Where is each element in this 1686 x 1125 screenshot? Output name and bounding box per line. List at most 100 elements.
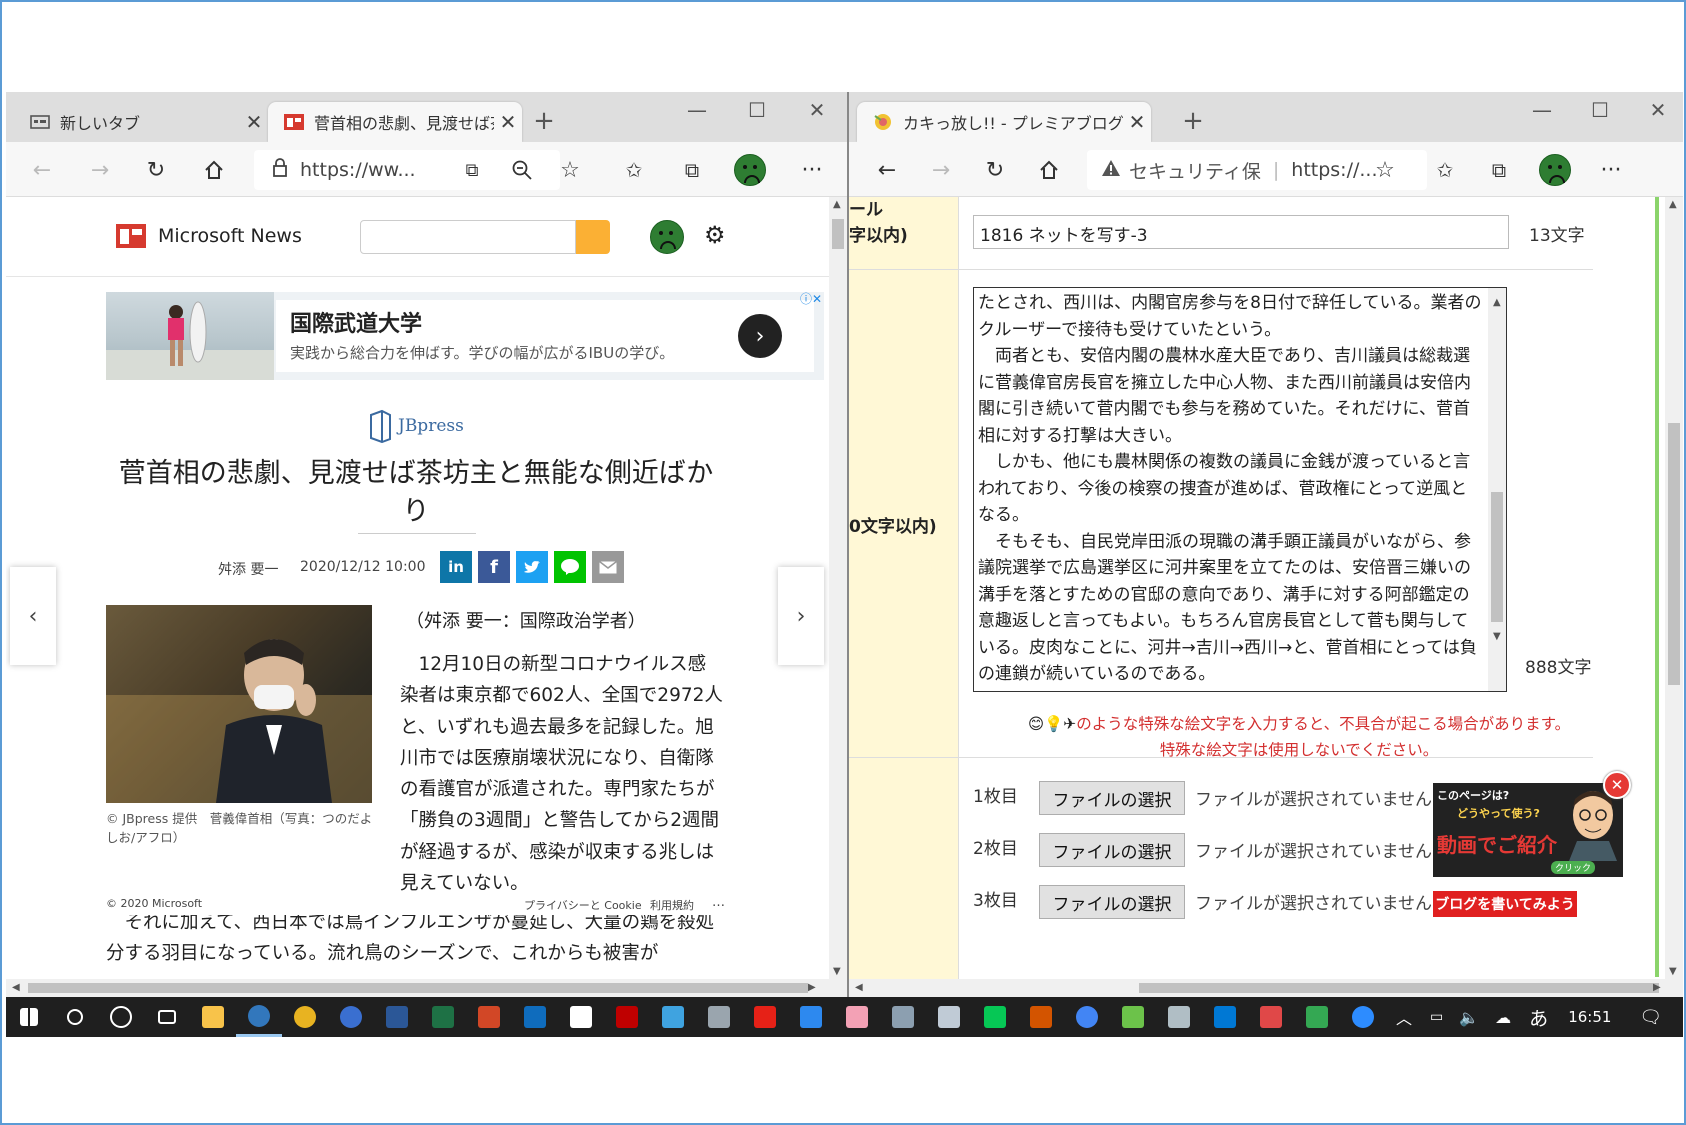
home-icon[interactable] — [198, 154, 230, 186]
back-icon[interactable]: ← — [26, 154, 58, 186]
maximize-button[interactable]: ☐ — [1575, 98, 1625, 122]
search-icon[interactable] — [52, 997, 98, 1037]
scroll-right-icon[interactable]: ▶ — [808, 982, 816, 993]
promo-banner[interactable]: このページは? どうやって使う? 動画でご紹介 クリック — [1433, 783, 1623, 877]
google-icon[interactable] — [1064, 997, 1110, 1037]
back-icon[interactable]: ← — [871, 154, 903, 186]
show-hidden-icons[interactable]: ︿ — [1396, 1005, 1412, 1029]
app3-icon[interactable] — [880, 997, 926, 1037]
advertisement[interactable]: 国際武道大学 実践から総合力を伸ばす。学びの幅が広がるIBUの学び。 › ⓘ✕ — [106, 292, 824, 380]
onedrive-icon[interactable] — [1202, 997, 1248, 1037]
vertical-scrollbar[interactable]: ▲ ▼ — [1665, 197, 1683, 979]
notification-icon[interactable]: 🗨 — [1639, 1007, 1662, 1028]
more-menu-icon[interactable]: ··· — [796, 154, 828, 186]
favorite-star-icon[interactable]: ☆ — [554, 154, 586, 186]
twitter-share-icon[interactable] — [516, 551, 548, 583]
choose-file-button[interactable]: ファイルの選択 — [1039, 833, 1185, 867]
horizontal-scrollbar[interactable]: ◀ ▶ — [849, 979, 1683, 997]
collections-icon[interactable]: ⧉ — [676, 154, 708, 186]
security-label[interactable]: セキュリティ保 — [1129, 157, 1261, 184]
new-tab-button[interactable]: + — [528, 106, 560, 136]
scroll-up-icon[interactable]: ▲ — [833, 199, 841, 210]
outlook-icon[interactable] — [512, 997, 558, 1037]
tab-article[interactable]: 菅首相の悲劇、見渡せば茶坊主 ✕ — [268, 102, 522, 142]
edge-icon[interactable] — [236, 997, 282, 1037]
people-icon[interactable] — [328, 997, 374, 1037]
search-input[interactable] — [360, 220, 576, 254]
profile-avatar[interactable] — [1539, 154, 1571, 186]
rakuten-icon[interactable] — [604, 997, 650, 1037]
ad-next-button[interactable]: › — [738, 314, 782, 358]
scroll-right-icon[interactable]: ▶ — [1653, 982, 1661, 993]
chrome-icon[interactable] — [282, 997, 328, 1037]
app1-icon[interactable] — [650, 997, 696, 1037]
line-icon[interactable] — [972, 997, 1018, 1037]
title-input[interactable]: 1816 ネットを写す-3 — [973, 215, 1509, 249]
ad-info-icon[interactable]: ⓘ✕ — [800, 290, 822, 307]
cortana-icon[interactable] — [98, 997, 144, 1037]
app2-icon[interactable] — [696, 997, 742, 1037]
app4-icon[interactable] — [926, 997, 972, 1037]
linkedin-share-icon[interactable]: in — [440, 551, 472, 583]
scroll-thumb[interactable] — [1139, 983, 1659, 993]
explorer-icon[interactable] — [190, 997, 236, 1037]
refresh-icon[interactable]: ↻ — [979, 154, 1011, 186]
reading-view-icon[interactable]: ⧉ — [456, 154, 488, 186]
play-icon[interactable] — [1294, 997, 1340, 1037]
tab-new-tab[interactable]: 新しいタブ ✕ — [14, 102, 268, 142]
app7-icon[interactable] — [1156, 997, 1202, 1037]
maximize-button[interactable]: ☐ — [732, 98, 782, 122]
search-button[interactable] — [576, 220, 610, 254]
scroll-thumb[interactable] — [1668, 423, 1680, 685]
tab-close-icon[interactable]: ✕ — [494, 110, 522, 134]
close-window-button[interactable]: ✕ — [792, 98, 842, 122]
forward-icon[interactable]: → — [84, 154, 116, 186]
write-blog-button[interactable]: ブログを書いてみよう — [1433, 891, 1577, 917]
favorites-icon[interactable]: ✩ — [1429, 154, 1461, 186]
line-share-icon[interactable] — [554, 551, 586, 583]
profile-avatar[interactable] — [734, 154, 766, 186]
home-icon[interactable] — [1033, 154, 1065, 186]
pdf-icon[interactable] — [1248, 997, 1294, 1037]
choose-file-button[interactable]: ファイルの選択 — [1039, 781, 1185, 815]
scroll-up-icon[interactable]: ▲ — [1669, 199, 1677, 210]
previous-article-button[interactable]: ‹ — [10, 567, 56, 665]
body-textarea[interactable]: たとされ、西川は、内閣官房参与を8日付で辞任している。業者のクルーザーで接待も受… — [973, 287, 1507, 692]
scroll-left-icon[interactable]: ◀ — [855, 982, 863, 993]
favorite-star-icon[interactable]: ☆ — [1369, 154, 1401, 186]
scroll-left-icon[interactable]: ◀ — [12, 982, 20, 993]
taskview-icon[interactable] — [144, 997, 190, 1037]
next-article-button[interactable]: › — [778, 567, 824, 665]
ime-indicator[interactable]: あ — [1529, 1004, 1548, 1031]
scroll-thumb[interactable] — [832, 219, 844, 249]
word-icon[interactable] — [374, 997, 420, 1037]
gear-icon[interactable]: ⚙ — [704, 221, 726, 249]
choose-file-button[interactable]: ファイルの選択 — [1039, 885, 1185, 919]
tab-blog[interactable]: カキっ放し!! - プレミアブログ ✕ — [857, 102, 1151, 142]
scroll-down-icon[interactable]: ▼ — [833, 966, 841, 977]
facebook-share-icon[interactable]: f — [478, 551, 510, 583]
vertical-scrollbar[interactable]: ▲ ▼ — [829, 197, 847, 979]
terms-link[interactable]: 利用規約 — [650, 897, 694, 913]
start-icon[interactable] — [6, 997, 52, 1037]
new-tab-button[interactable]: + — [1177, 106, 1209, 136]
minimize-button[interactable]: — — [1517, 98, 1567, 122]
volume-icon[interactable]: 🔈 — [1459, 1008, 1479, 1027]
profile-avatar[interactable] — [650, 220, 684, 258]
photos-icon[interactable] — [788, 997, 834, 1037]
collections-icon[interactable]: ⧉ — [1483, 154, 1515, 186]
onedrive-tray-icon[interactable]: ☁ — [1495, 1008, 1511, 1027]
youtube-icon[interactable] — [742, 997, 788, 1037]
minimize-button[interactable]: — — [672, 98, 722, 122]
close-window-button[interactable]: ✕ — [1633, 98, 1683, 122]
refresh-icon[interactable]: ↻ — [140, 154, 172, 186]
app6-icon[interactable] — [1110, 997, 1156, 1037]
scroll-thumb[interactable] — [28, 983, 808, 993]
app5-icon[interactable] — [1018, 997, 1064, 1037]
excel-icon[interactable] — [420, 997, 466, 1037]
mail-share-icon[interactable] — [592, 551, 624, 583]
battery-icon[interactable]: ▭ — [1430, 1009, 1443, 1025]
amazon-icon[interactable] — [558, 997, 604, 1037]
horizontal-scrollbar[interactable]: ◀ ▶ — [6, 979, 847, 997]
forward-icon[interactable]: → — [925, 154, 957, 186]
